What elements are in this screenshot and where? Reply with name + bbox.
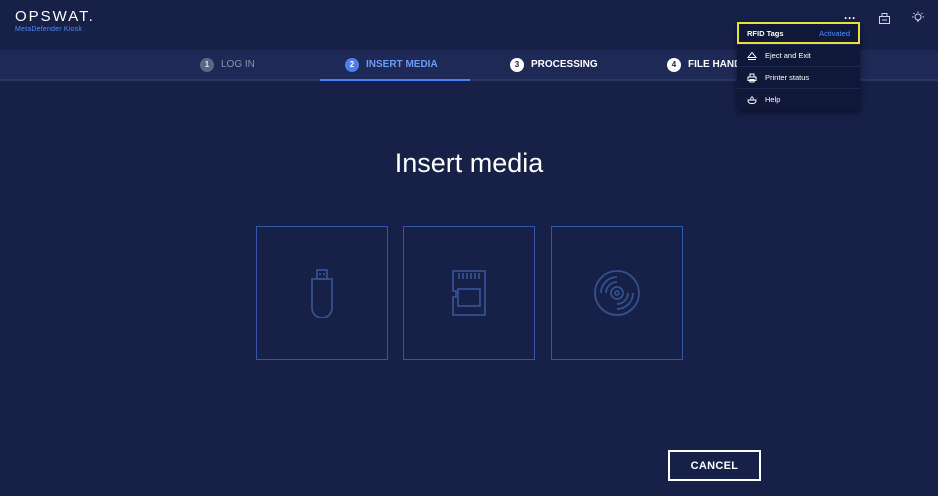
app-subtitle: MetaDefender Kiosk bbox=[15, 26, 83, 33]
menu-item-help[interactable]: Help bbox=[737, 88, 860, 110]
step-label: INSERT MEDIA bbox=[366, 59, 438, 70]
sd-card-icon bbox=[452, 270, 486, 316]
menu-item-eject-and-exit[interactable]: Eject and Exit bbox=[737, 44, 860, 66]
step-processing: 3 PROCESSING bbox=[510, 50, 598, 79]
menu-item-label: Eject and Exit bbox=[765, 51, 811, 60]
active-step-indicator bbox=[320, 79, 470, 81]
page-title: Insert media bbox=[394, 148, 544, 178]
menu-item-label: Printer status bbox=[765, 73, 810, 82]
step-insert-media: 2 INSERT MEDIA bbox=[345, 50, 438, 79]
disc-media-option[interactable] bbox=[551, 226, 683, 360]
usb-drive-icon bbox=[311, 269, 333, 318]
menu-item-label: Help bbox=[765, 95, 781, 104]
settings-menu: RFID Tags Activated Eject and Exit Print… bbox=[737, 22, 860, 110]
step-number: 2 bbox=[345, 57, 359, 72]
kiosk-icon[interactable] bbox=[876, 10, 892, 26]
printer-icon bbox=[747, 73, 757, 83]
menu-item-printer-status[interactable]: Printer status bbox=[737, 66, 860, 88]
step-number: 1 bbox=[200, 57, 214, 72]
step-log-in: 1 LOG IN bbox=[200, 50, 255, 79]
eject-icon bbox=[747, 51, 757, 61]
rfid-tags-label: RFID Tags bbox=[747, 28, 784, 38]
sd-card-media-option[interactable] bbox=[403, 226, 535, 360]
cancel-button[interactable]: CANCEL bbox=[668, 450, 761, 481]
rfid-tags-item[interactable]: RFID Tags Activated bbox=[737, 22, 860, 44]
logo: OPSWAT. MetaDefender Kiosk bbox=[15, 8, 95, 33]
step-label: FILE HAND bbox=[688, 59, 742, 70]
usb-media-option[interactable] bbox=[256, 226, 388, 360]
step-file-handling: 4 FILE HAND bbox=[667, 50, 741, 79]
optical-disc-icon bbox=[594, 270, 640, 316]
help-icon bbox=[747, 95, 757, 105]
lightbulb-icon[interactable] bbox=[910, 10, 926, 26]
step-number: 4 bbox=[667, 57, 681, 72]
rfid-status: Activated bbox=[819, 28, 850, 38]
step-label: PROCESSING bbox=[531, 59, 598, 70]
step-number: 3 bbox=[510, 57, 524, 72]
logo-text: OPSWAT. bbox=[15, 8, 95, 25]
step-label: LOG IN bbox=[221, 59, 255, 70]
